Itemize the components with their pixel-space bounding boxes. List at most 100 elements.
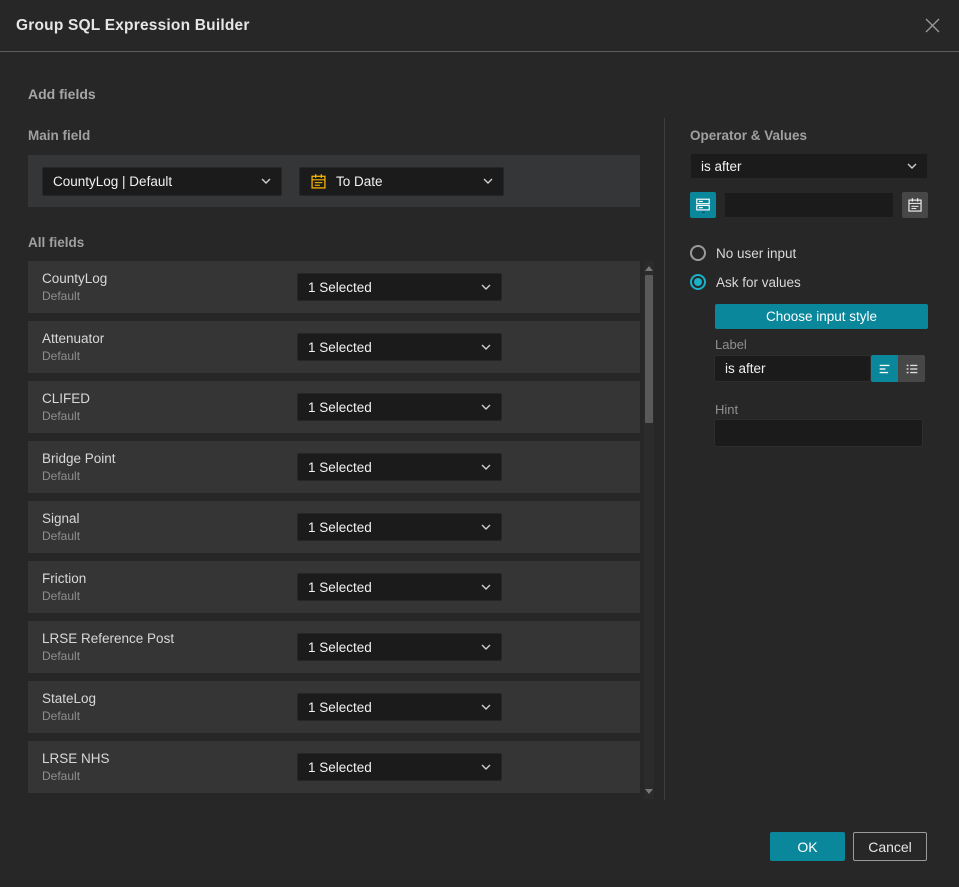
field-labels: LRSE Reference Post Default [28,631,174,663]
label-input[interactable] [714,355,871,382]
field-labels: LRSE NHS Default [28,751,110,783]
chevron-down-icon [907,163,917,169]
radio-circle-icon [690,245,706,261]
field-row: LRSE Reference Post Default 1 Selected [28,621,640,673]
text-style-button[interactable] [871,355,898,382]
field-labels: CLIFED Default [28,391,90,423]
field-selected-dropdown[interactable]: 1 Selected [297,273,502,301]
field-row: StateLog Default 1 Selected [28,681,640,733]
chevron-down-icon [481,704,491,710]
titlebar: Group SQL Expression Builder [0,0,959,52]
field-name: Signal [42,511,80,526]
add-fields-heading: Add fields [28,86,96,102]
ok-button[interactable]: OK [770,832,845,861]
field-subtitle: Default [42,649,81,663]
field-name: CountyLog [42,271,108,286]
chevron-down-icon [481,464,491,470]
field-selected-value: 1 Selected [308,459,372,475]
operator-select-value: is after [701,158,742,174]
field-selected-value: 1 Selected [308,339,372,355]
chevron-down-icon [261,178,271,184]
chevron-down-icon [481,764,491,770]
field-selected-dropdown[interactable]: 1 Selected [297,693,502,721]
field-selected-dropdown[interactable]: 1 Selected [297,513,502,541]
operator-values-heading: Operator & Values [690,128,808,143]
radio-ask-for-values[interactable]: Ask for values [690,274,801,290]
field-selected-dropdown[interactable]: 1 Selected [297,333,502,361]
field-selected-dropdown[interactable]: 1 Selected [297,753,502,781]
field-selected-value: 1 Selected [308,579,372,595]
field-subtitle: Default [42,349,81,363]
value-list-button[interactable] [690,192,716,218]
field-selected-value: 1 Selected [308,699,372,715]
chevron-down-icon [481,584,491,590]
chevron-down-icon [481,284,491,290]
field-selected-dropdown[interactable]: 1 Selected [297,573,502,601]
field-labels: Friction Default [28,571,86,603]
scroll-down-icon[interactable] [645,789,653,794]
chevron-down-icon [481,344,491,350]
field-name: StateLog [42,691,97,706]
field-selected-value: 1 Selected [308,279,372,295]
label-heading: Label [715,337,747,352]
field-labels: Attenuator Default [28,331,104,363]
date-select-value: To Date [336,173,383,189]
close-icon[interactable] [921,15,943,37]
field-selected-dropdown[interactable]: 1 Selected [297,393,502,421]
calendar-icon [310,173,327,190]
field-name: Attenuator [42,331,105,346]
chevron-down-icon [481,404,491,410]
field-subtitle: Default [42,469,81,483]
field-labels: StateLog Default [28,691,96,723]
field-subtitle: Default [42,289,81,303]
field-name: CLIFED [42,391,91,406]
date-field-select[interactable]: To Date [299,166,504,196]
hint-input[interactable] [714,419,923,447]
fields-scrollbar[interactable] [644,261,654,799]
field-row: Friction Default 1 Selected [28,561,640,613]
field-subtitle: Default [42,769,81,783]
field-selected-value: 1 Selected [308,399,372,415]
field-selected-dropdown[interactable]: 1 Selected [297,453,502,481]
field-name: Friction [42,571,87,586]
panel-divider [664,118,665,800]
date-picker-button[interactable] [902,192,928,218]
field-row: CLIFED Default 1 Selected [28,381,640,433]
field-row: CountyLog Default 1 Selected [28,261,640,313]
hint-heading: Hint [715,402,739,417]
chevron-down-icon [483,178,493,184]
align-left-icon [879,364,889,373]
field-selected-value: 1 Selected [308,519,372,535]
field-labels: Signal Default [28,511,80,543]
operator-select[interactable]: is after [690,153,928,179]
field-name: LRSE NHS [42,751,110,766]
chevron-down-icon [481,524,491,530]
choose-input-style-button[interactable]: Choose input style [715,304,928,329]
no-user-input-label: No user input [716,245,797,261]
scrollbar-thumb[interactable] [645,275,653,423]
field-name: LRSE Reference Post [42,631,175,646]
cancel-button[interactable]: Cancel [853,832,927,861]
all-fields-heading: All fields [28,235,85,250]
all-fields-list: CountyLog Default 1 Selected Attenuator … [28,261,640,801]
field-selected-value: 1 Selected [308,639,372,655]
field-selected-value: 1 Selected [308,759,372,775]
field-selected-dropdown[interactable]: 1 Selected [297,633,502,661]
field-row: LRSE NHS Default 1 Selected [28,741,640,793]
field-subtitle: Default [42,709,81,723]
field-row: Attenuator Default 1 Selected [28,321,640,373]
list-style-button[interactable] [898,355,925,382]
field-row: Bridge Point Default 1 Selected [28,441,640,493]
field-row: Signal Default 1 Selected [28,501,640,553]
bulleted-list-icon [906,364,917,373]
scroll-up-icon[interactable] [645,266,653,271]
field-name: Bridge Point [42,451,116,466]
radio-no-user-input[interactable]: No user input [690,245,796,261]
value-input[interactable] [724,192,894,218]
main-field-select[interactable]: CountyLog | Default [42,166,282,196]
stacked-list-icon [696,198,710,213]
dialog-title: Group SQL Expression Builder [16,16,250,34]
field-subtitle: Default [42,529,81,543]
main-field-panel: CountyLog | Default To Date [28,155,640,207]
chevron-down-icon [481,644,491,650]
